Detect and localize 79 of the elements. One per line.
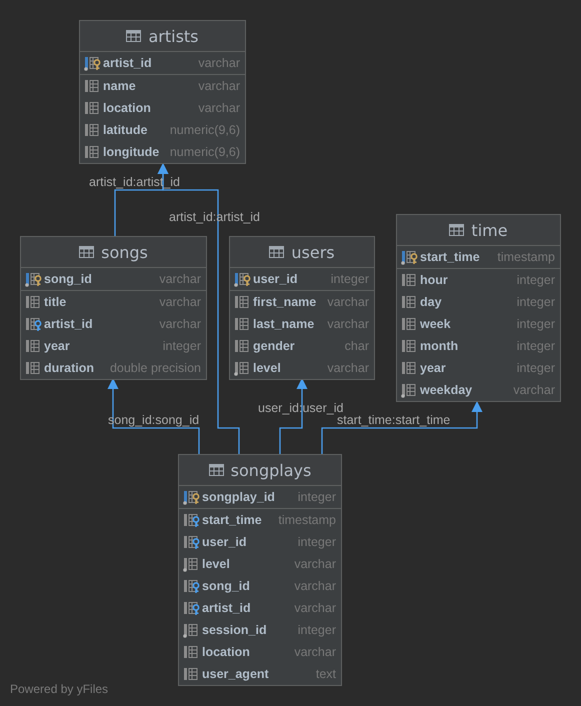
- column-type: varchar: [158, 295, 201, 309]
- table-card[interactable]: songs song_id varchar title varchar artist_id varchar year integer duration double precision: [20, 236, 207, 380]
- column-type: integer: [516, 339, 555, 353]
- column-name: title: [44, 295, 66, 309]
- column-type: numeric(9,6): [168, 145, 240, 159]
- table-icon: [449, 224, 464, 236]
- table-card[interactable]: users user_id integer first_name varchar last_name varchar gender char level varchar: [229, 236, 375, 380]
- column-type: integer: [516, 317, 555, 331]
- column-name: songplay_id: [202, 490, 275, 504]
- column-type: varchar: [197, 56, 240, 70]
- column-type: integer: [516, 273, 555, 287]
- table-name: artists: [148, 26, 199, 46]
- column-type: varchar: [197, 79, 240, 93]
- column-type: numeric(9,6): [168, 123, 240, 137]
- column-name: user_id: [202, 535, 246, 549]
- column-type: integer: [516, 295, 555, 309]
- column-name: gender: [253, 339, 295, 353]
- table-name: time: [471, 220, 508, 240]
- table-icon: [208, 464, 224, 476]
- column-type: varchar: [326, 317, 369, 331]
- column-name: day: [420, 295, 442, 309]
- table-icon: [126, 30, 142, 42]
- column-type: integer: [296, 490, 336, 504]
- table-name: users: [291, 242, 335, 262]
- column-name: start_time: [420, 250, 480, 264]
- column-type: varchar: [326, 361, 369, 375]
- column-type: varchar: [293, 601, 336, 615]
- column-name: name: [103, 79, 136, 93]
- column-name: year: [44, 339, 70, 353]
- column-name: song_id: [202, 579, 250, 593]
- column-name: hour: [420, 273, 448, 287]
- column-name: duration: [44, 361, 94, 375]
- column-name: artist_id: [202, 601, 251, 615]
- column-type: integer: [162, 339, 201, 353]
- column-type: integer: [330, 272, 369, 286]
- column-name: year: [420, 361, 446, 375]
- table-icon: [79, 246, 94, 258]
- table-icon: [269, 246, 284, 258]
- column-name: first_name: [253, 295, 316, 309]
- column-type: varchar: [326, 295, 369, 309]
- column-name: month: [420, 339, 458, 353]
- column-name: last_name: [253, 317, 314, 331]
- column-name: song_id: [44, 272, 92, 286]
- column-type: varchar: [293, 645, 336, 659]
- column-type: integer: [296, 535, 336, 549]
- table-card[interactable]: time start_time timestamp hour integer day integer week integer month integer year integer weekday varchar: [396, 214, 561, 402]
- column-name: location: [202, 645, 250, 659]
- table-card[interactable]: artists artist_id varchar name varchar location varchar latitude numeric(9,6) longitude numeric(9,6): [79, 20, 246, 164]
- column-type: timestamp: [496, 250, 555, 264]
- column-type: integer: [296, 623, 336, 637]
- column-name: latitude: [103, 123, 148, 137]
- column-name: level: [253, 361, 281, 375]
- column-type: varchar: [293, 579, 336, 593]
- column-name: user_agent: [202, 667, 269, 681]
- column-type: double precision: [108, 361, 201, 375]
- footer-text: Powered by yFiles: [10, 682, 108, 696]
- column-type: varchar: [512, 383, 555, 397]
- column-type: varchar: [197, 101, 240, 115]
- table-name: songplays: [230, 460, 312, 480]
- column-type: varchar: [158, 317, 201, 331]
- column-name: weekday: [420, 383, 472, 397]
- column-name: user_id: [253, 272, 298, 286]
- column-name: artist_id: [44, 317, 93, 331]
- relationship-label: start_time:start_time: [337, 413, 450, 428]
- column-name: location: [103, 101, 151, 115]
- column-name: artist_id: [103, 56, 152, 70]
- column-type: varchar: [158, 272, 201, 286]
- column-name: longitude: [103, 145, 160, 159]
- table-name: songs: [101, 242, 148, 262]
- column-type: timestamp: [277, 513, 336, 527]
- column-type: varchar: [293, 557, 336, 571]
- column-name: session_id: [202, 623, 267, 637]
- column-name: start_time: [202, 513, 262, 527]
- column-name: level: [202, 557, 230, 571]
- column-name: week: [420, 317, 451, 331]
- column-type: char: [344, 339, 369, 353]
- column-type: text: [314, 667, 336, 681]
- table-card[interactable]: songplays songplay_id integer start_time timestamp user_id integer level varchar song_id varchar artist_id varchar session_id integer location varchar user_agent text: [178, 454, 342, 686]
- column-type: integer: [516, 361, 555, 375]
